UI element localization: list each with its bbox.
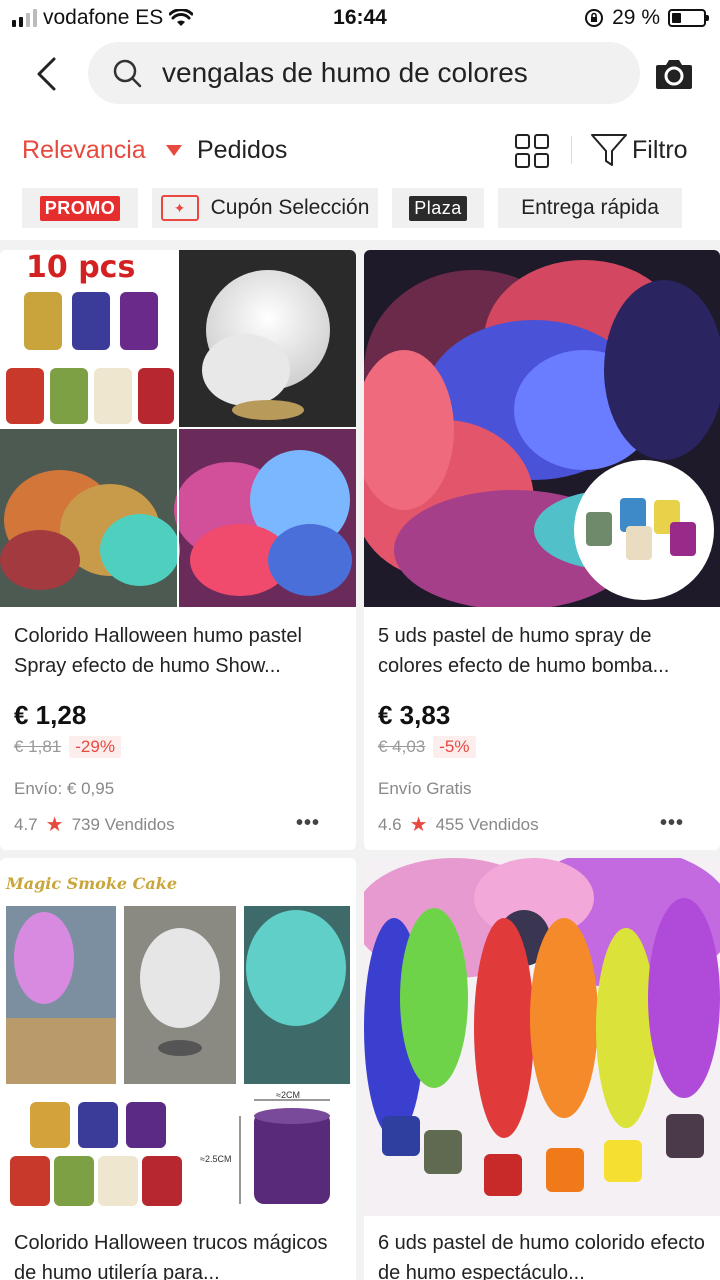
chip-plaza[interactable]: Plaza: [392, 188, 484, 228]
sort-orders[interactable]: Pedidos: [197, 136, 287, 165]
product-card[interactable]: 5 uds pastel de humo spray de colores ef…: [364, 250, 720, 850]
product-image: Magic Smoke Cake ≈2CM ≈2.5CM: [0, 858, 356, 1216]
status-right: 29 %: [584, 6, 709, 30]
image-label: 10 pcs: [26, 250, 136, 285]
battery-fill: [672, 13, 681, 23]
chip-coupon-label: Cupón Selección: [210, 196, 370, 219]
product-image: [364, 858, 720, 1216]
product-title[interactable]: 6 uds pastel de humo colorido efecto de …: [378, 1228, 706, 1280]
discount-badge: -29%: [69, 736, 121, 758]
coupon-icon: ✦: [160, 195, 199, 221]
chevron-left-icon: [37, 57, 56, 91]
chip-fast-delivery[interactable]: Entrega rápida: [498, 188, 682, 228]
image-label: Magic Smoke Cake: [6, 874, 178, 893]
signal-icon: [12, 9, 37, 27]
orientation-lock-icon: [585, 9, 604, 27]
funnel-icon: [591, 134, 627, 166]
plaza-badge: Plaza: [409, 195, 467, 221]
product-card[interactable]: 6 uds pastel de humo colorido efecto de …: [364, 858, 720, 1280]
dimension-height: ≈2.5CM: [200, 1154, 232, 1164]
star-icon: ★: [45, 814, 64, 836]
product-image: [364, 250, 720, 607]
discount-badge: -5%: [433, 736, 476, 758]
product-price: € 3,83: [378, 700, 451, 730]
chip-promo[interactable]: PROMO: [22, 188, 138, 228]
old-price: € 1,81: [14, 737, 62, 756]
sort-bar: Relevancia Pedidos Filtro: [0, 112, 720, 188]
back-button[interactable]: [28, 54, 64, 94]
sold-count: 455 Vendidos: [435, 814, 539, 834]
old-price: € 4,03: [378, 737, 426, 756]
rating-row: 4.7 ★ 739 Vendidos: [14, 812, 175, 837]
sort-relevance[interactable]: Relevancia: [22, 136, 182, 165]
product-title[interactable]: 5 uds pastel de humo spray de colores ef…: [378, 621, 706, 681]
shipping-info: Envío Gratis: [378, 779, 472, 798]
status-left: vodafone ES: [12, 6, 194, 30]
old-price-row: € 1,81 -29%: [14, 736, 121, 758]
search-header: vengalas de humo de colores: [0, 36, 720, 112]
product-title[interactable]: Colorido Halloween trucos mágicos de hum…: [14, 1228, 342, 1280]
camera-search-button[interactable]: [654, 54, 694, 94]
more-options-icon[interactable]: •••: [296, 812, 320, 835]
promo-badge: PROMO: [39, 195, 121, 221]
filter-button[interactable]: Filtro: [590, 132, 688, 168]
caret-down-icon: [165, 145, 182, 156]
product-card[interactable]: Magic Smoke Cake ≈2CM ≈2.5CM Colorido Ha…: [0, 858, 356, 1280]
product-title[interactable]: Colorido Halloween humo pastel Spray efe…: [14, 621, 342, 681]
product-card[interactable]: 10 pcs Colorido Halloween humo pastel Sp…: [0, 250, 356, 850]
rating-value: 4.6: [378, 814, 402, 834]
grid-view-button[interactable]: [514, 133, 550, 169]
product-price: € 1,28: [14, 700, 87, 730]
battery-percent: 29 %: [612, 6, 660, 29]
divider: [571, 136, 572, 164]
shipping-info: Envío: € 0,95: [14, 779, 115, 798]
rating-row: 4.6 ★ 455 Vendidos: [378, 812, 539, 837]
old-price-row: € 4,03 -5%: [378, 736, 476, 758]
battery-icon: [668, 9, 709, 27]
search-icon: [110, 56, 144, 90]
chip-coupon[interactable]: ✦ Cupón Selección: [152, 188, 378, 228]
product-image: 10 pcs: [0, 250, 356, 607]
filter-chips: PROMO ✦ Cupón Selección Plaza Entrega rá…: [0, 188, 720, 240]
sort-relevance-label: Relevancia: [22, 136, 146, 164]
search-query: vengalas de humo de colores: [162, 57, 528, 88]
chip-fast-label: Entrega rápida: [521, 196, 659, 219]
grid-icon: [515, 134, 549, 168]
status-bar: vodafone ES 16:44 29 %: [0, 0, 720, 36]
star-icon: ★: [409, 814, 428, 836]
dimension-width: ≈2CM: [276, 1090, 300, 1100]
rating-value: 4.7: [14, 814, 38, 834]
more-options-icon[interactable]: •••: [660, 812, 684, 835]
search-input[interactable]: vengalas de humo de colores: [88, 42, 640, 104]
carrier-label: vodafone ES: [43, 6, 164, 29]
sold-count: 739 Vendidos: [71, 814, 175, 834]
filter-label: Filtro: [632, 135, 688, 164]
camera-icon: [656, 60, 692, 89]
wifi-icon: [169, 9, 194, 26]
